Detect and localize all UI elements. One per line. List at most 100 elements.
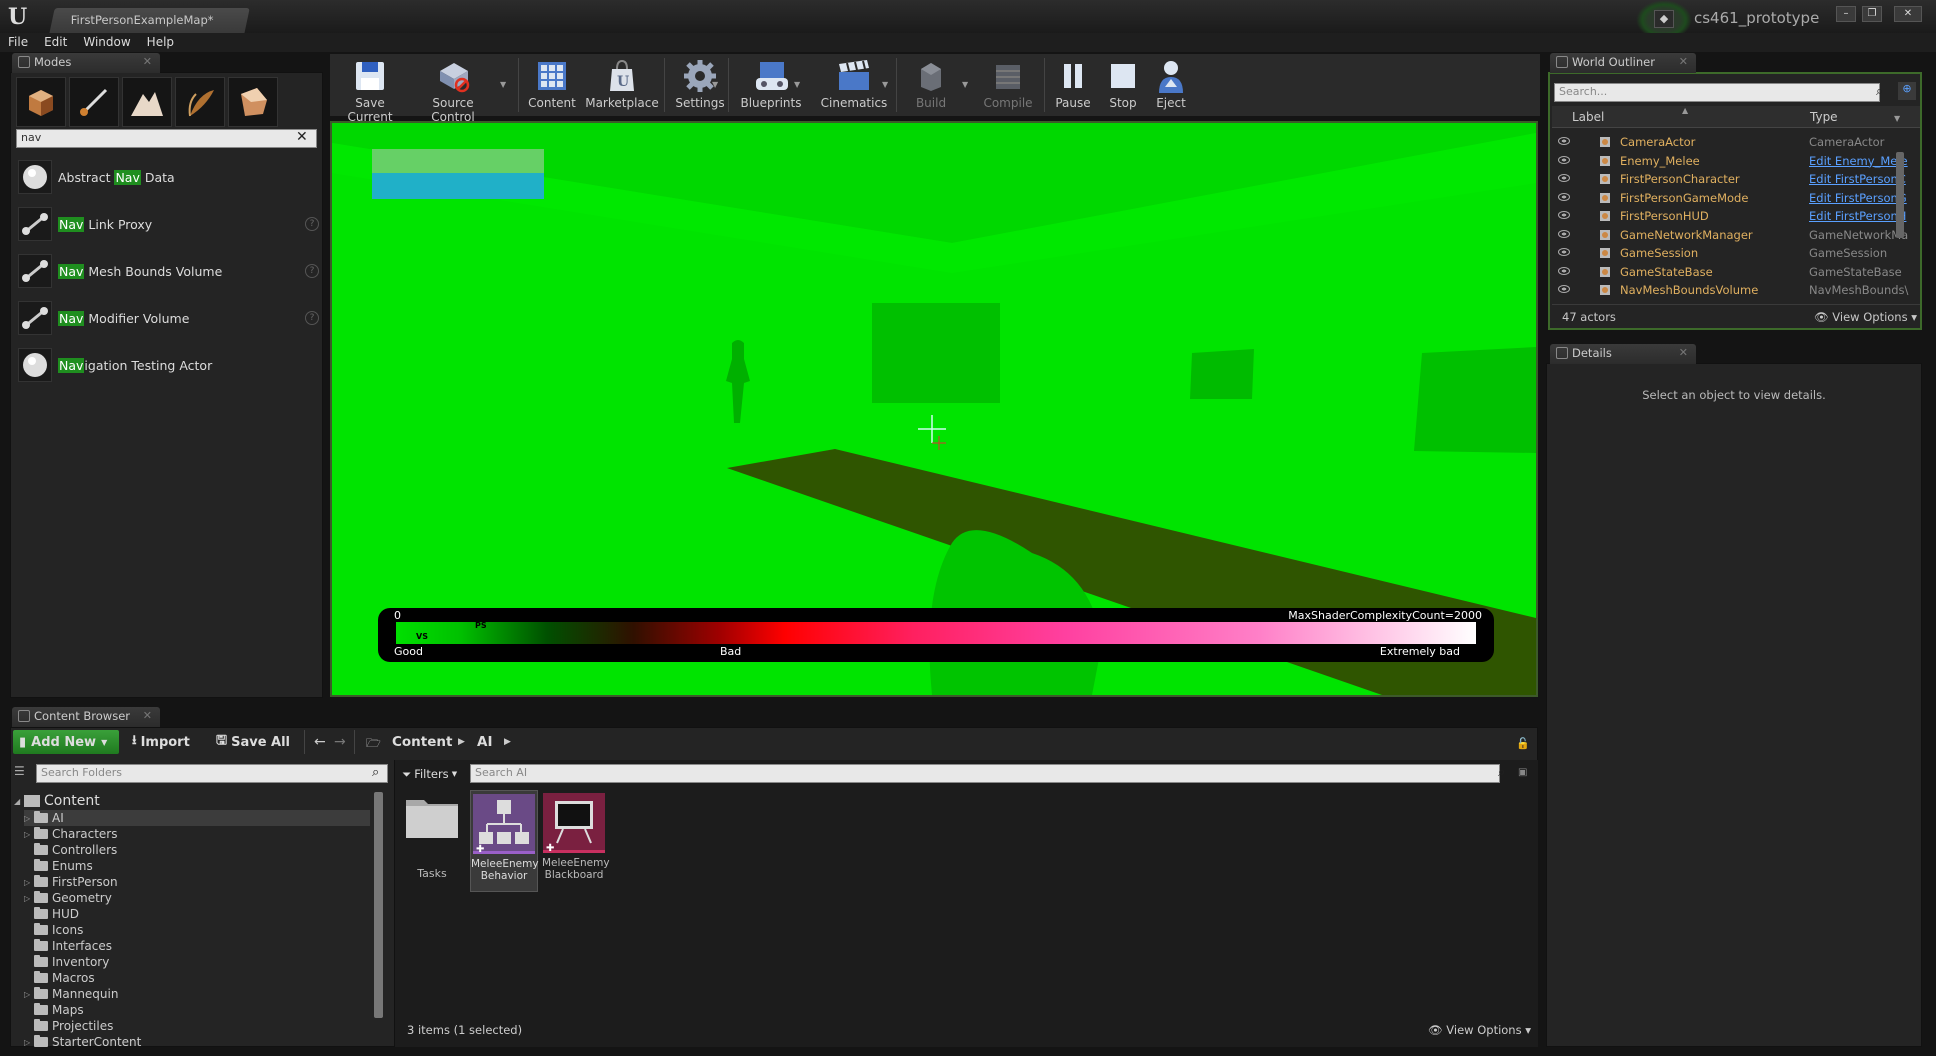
collapse-arrow-icon[interactable]: ◢: [14, 797, 24, 806]
outliner-row[interactable]: Enemy_Melee Edit Enemy_Mele: [1552, 152, 1920, 170]
content-view-options-button[interactable]: 👁 View Options ▾: [1428, 1023, 1531, 1037]
type-column-header[interactable]: Type: [1810, 110, 1838, 124]
visibility-eye-icon[interactable]: [1558, 285, 1570, 293]
compile-button[interactable]: Compile: [974, 54, 1042, 116]
folder-tree-item[interactable]: ▷ Geometry: [24, 890, 370, 906]
actor-type[interactable]: Edit FirstPersonH: [1809, 209, 1909, 223]
folder-tree-scrollbar[interactable]: [374, 792, 383, 1018]
help-icon[interactable]: ?: [305, 217, 319, 231]
asset-tile-meleeenemy-behavior[interactable]: ✚ MeleeEnemy Behavior: [470, 790, 539, 892]
visibility-eye-icon[interactable]: [1558, 155, 1570, 164]
asset-tile-tasks[interactable]: Tasks: [404, 792, 460, 884]
outliner-row[interactable]: FirstPersonCharacter Edit FirstPersonC: [1552, 170, 1920, 188]
help-icon[interactable]: ?: [305, 264, 319, 278]
outliner-row[interactable]: CameraActor CameraActor: [1552, 133, 1920, 151]
build-dropdown-icon[interactable]: ▼: [962, 80, 968, 89]
outliner-view-options-button[interactable]: 👁 View Options ▾: [1814, 310, 1917, 324]
search-icon[interactable]: ⌕: [1876, 84, 1883, 99]
unreal-logo-icon[interactable]: U: [8, 6, 34, 28]
breadcrumb-content[interactable]: Content: [392, 730, 452, 754]
paint-mode-icon[interactable]: [69, 77, 119, 127]
sources-toggle-icon[interactable]: ☰: [14, 764, 28, 780]
expand-arrow-icon[interactable]: ▷: [24, 814, 34, 823]
blueprints-dropdown-icon[interactable]: ▼: [794, 80, 800, 89]
outliner-scrollbar[interactable]: [1896, 152, 1904, 238]
folder-tree-item[interactable]: ▷ StarterContent: [24, 1034, 370, 1050]
visibility-eye-icon[interactable]: [1558, 137, 1570, 145]
folder-tree-item[interactable]: Controllers: [24, 842, 370, 858]
source-control-button[interactable]: Source Control: [410, 54, 496, 124]
folder-tree-item[interactable]: Interfaces: [24, 938, 370, 954]
outliner-row[interactable]: NavMeshBoundsVolume NavMeshBounds\: [1552, 281, 1920, 299]
marketplace-button[interactable]: U Marketplace: [584, 54, 660, 116]
asset-tile-meleeenemy-blackboard[interactable]: ✚ MeleeEnemy Blackboard: [542, 790, 610, 892]
menu-file[interactable]: File: [0, 33, 36, 52]
source-control-dropdown-icon[interactable]: ▼: [500, 80, 506, 89]
visibility-eye-icon[interactable]: [1558, 266, 1570, 275]
close-icon[interactable]: ✕: [1894, 6, 1922, 22]
close-tab-icon[interactable]: ✕: [1679, 346, 1688, 359]
close-tab-icon[interactable]: ✕: [1679, 55, 1688, 68]
actor-type[interactable]: Edit Enemy_Mele: [1809, 154, 1909, 168]
minimize-icon[interactable]: –: [1836, 6, 1856, 22]
add-actor-icon[interactable]: ⊕: [1898, 82, 1916, 100]
modes-list-item[interactable]: Abstract Nav Data: [18, 157, 319, 197]
level-viewport[interactable]: 0 MaxShaderComplexityCount=2000 PS VS Go…: [330, 121, 1538, 697]
breadcrumb-separator-icon[interactable]: ▶: [504, 737, 511, 747]
back-arrow-icon[interactable]: ←: [314, 734, 326, 750]
close-tab-icon[interactable]: ✕: [143, 55, 152, 68]
outliner-row[interactable]: GameNetworkManager GameNetworkMar: [1552, 226, 1920, 244]
breadcrumb-separator-icon[interactable]: ▶: [458, 737, 465, 747]
save-all-button[interactable]: 🖫 Save All: [216, 730, 298, 754]
menu-edit[interactable]: Edit: [36, 33, 75, 52]
folder-tree-item[interactable]: Icons: [24, 922, 370, 938]
save-current-button[interactable]: Save Current: [334, 54, 406, 124]
lock-icon[interactable]: 🔓: [1516, 737, 1530, 750]
expand-arrow-icon[interactable]: ▷: [24, 990, 34, 999]
visibility-eye-icon[interactable]: [1558, 211, 1570, 219]
outliner-row[interactable]: GameSession GameSession: [1552, 244, 1920, 262]
pause-button[interactable]: Pause: [1048, 54, 1098, 116]
filters-button[interactable]: ⏷ Filters ▼: [402, 765, 457, 783]
close-tab-icon[interactable]: ✕: [143, 709, 152, 722]
folder-tree-item[interactable]: ▷ FirstPerson: [24, 874, 370, 890]
document-tab[interactable]: FirstPersonExampleMap*: [49, 8, 250, 34]
outliner-search-input[interactable]: Search...: [1554, 83, 1880, 102]
import-button[interactable]: ⭳ Import: [132, 730, 202, 754]
place-mode-icon[interactable]: [16, 77, 66, 127]
expand-arrow-icon[interactable]: ▷: [24, 830, 34, 839]
visibility-eye-icon[interactable]: [1558, 174, 1570, 182]
eject-button[interactable]: Eject: [1148, 54, 1194, 116]
breadcrumb-ai[interactable]: AI: [477, 730, 492, 754]
content-button[interactable]: Content: [522, 54, 582, 116]
modes-search-input[interactable]: nav: [16, 129, 317, 148]
forward-arrow-icon[interactable]: →: [334, 734, 346, 750]
settings-dropdown-icon[interactable]: ▼: [712, 80, 718, 89]
save-search-icon[interactable]: ▣: [1518, 767, 1527, 778]
search-assets-input[interactable]: Search AI: [470, 764, 1500, 783]
details-tab[interactable]: Details ✕: [1550, 344, 1696, 364]
folder-tree-item[interactable]: ▷ Characters: [24, 826, 370, 842]
modes-list-item[interactable]: Nav Link Proxy?: [18, 204, 319, 244]
modes-list-item[interactable]: Navigation Testing Actor: [18, 345, 319, 385]
world-outliner-tab[interactable]: World Outliner ✕: [1550, 53, 1696, 73]
folder-tree-item[interactable]: HUD: [24, 906, 370, 922]
folder-tree-item[interactable]: Enums: [24, 858, 370, 874]
stop-button[interactable]: Stop: [1100, 54, 1146, 116]
cinematics-dropdown-icon[interactable]: ▼: [882, 80, 888, 89]
folder-tree-item[interactable]: Projectiles: [24, 1018, 370, 1034]
modes-tab[interactable]: Modes ✕: [12, 53, 160, 73]
actor-type[interactable]: Edit FirstPersonC: [1809, 172, 1909, 186]
modes-list-item[interactable]: Nav Modifier Volume?: [18, 298, 319, 338]
visibility-eye-icon[interactable]: [1558, 192, 1570, 201]
search-icon[interactable]: ⌕: [1498, 765, 1505, 780]
tree-root-content[interactable]: ◢ Content: [14, 792, 100, 810]
visibility-eye-icon[interactable]: [1558, 248, 1570, 256]
actor-type[interactable]: Edit FirstPersonG: [1809, 191, 1909, 205]
folder-tree-item[interactable]: Macros: [24, 970, 370, 986]
geometry-mode-icon[interactable]: [228, 77, 278, 127]
type-dropdown-icon[interactable]: ▼: [1894, 114, 1900, 123]
label-column-header[interactable]: Label: [1572, 110, 1604, 124]
search-folders-input[interactable]: Search Folders: [36, 764, 388, 783]
expand-arrow-icon[interactable]: ▷: [24, 894, 34, 903]
